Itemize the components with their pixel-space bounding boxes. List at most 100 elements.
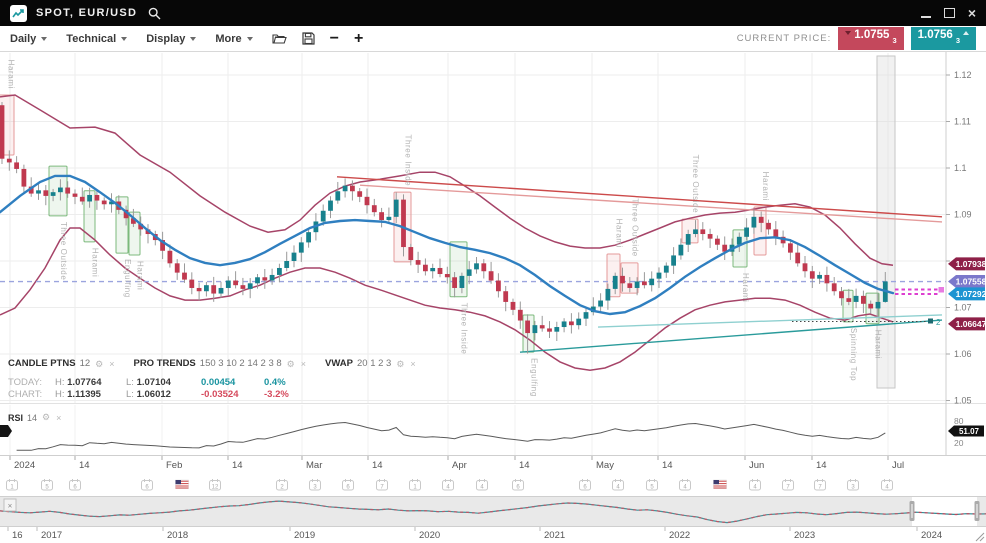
indicator-legend: CANDLE PTNS12 ⚙ × PRO TRENDS150 3 10 2 1… [8,358,430,401]
svg-text:Jul: Jul [892,460,904,471]
save-button[interactable] [302,32,315,45]
svg-text:1.06: 1.06 [954,349,972,359]
trading-app-window: { "header": { "title": "SPOT, EUR/USD", … [0,0,986,543]
svg-text:Jun: Jun [749,460,764,471]
svg-text:2024: 2024 [14,460,35,471]
calendar-event-icon: 5 [647,479,658,491]
open-folder-icon [272,33,287,45]
svg-text:Engulfing: Engulfing [123,259,132,298]
range-navigator[interactable]: 1620172018201920202021202220232024× [0,497,986,541]
svg-text:51.07: 51.07 [959,427,980,436]
svg-text:2023: 2023 [794,530,815,541]
gear-icon[interactable]: ⚙ [396,358,404,370]
calendar-event-icon: 6 [142,479,153,491]
zoom-in-button[interactable]: + [354,31,363,47]
navigator-close-button[interactable]: × [4,499,16,511]
us-flag-icon [714,480,727,489]
svg-text:Engulfing: Engulfing [530,358,539,397]
svg-text:2017: 2017 [41,530,62,541]
minimize-button[interactable] [921,16,931,18]
close-button[interactable]: × [968,7,976,19]
calendar-event-icon: 12 [210,479,221,491]
close-icon[interactable]: × [301,358,306,370]
pattern-box [843,290,853,322]
svg-text:2022: 2022 [669,530,690,541]
close-icon[interactable]: × [410,358,415,370]
trendline [360,185,942,222]
close-icon[interactable]: × [56,413,61,423]
chevron-down-icon [41,37,47,41]
chart-stats-row: CHART: H: 1.11395 L: 1.06012 -0.03524 -3… [8,389,430,401]
svg-text:Three Outside: Three Outside [59,222,68,281]
svg-text:Three Inside: Three Inside [460,303,469,355]
calendar-event-icon: 5 [42,479,53,491]
svg-text:14: 14 [79,460,90,471]
menu-more[interactable]: More [215,33,252,45]
svg-text:2024: 2024 [921,530,942,541]
us-flag-icon [176,480,189,489]
rsi-panel[interactable]: 802051.07 [0,416,984,450]
up-arrow-icon [963,31,969,35]
close-icon[interactable]: × [109,358,114,370]
gear-icon[interactable]: ⚙ [95,358,103,370]
menu-daily[interactable]: Daily [10,33,47,45]
calendar-event-icon: 1 [7,479,18,491]
main-chart[interactable]: 2 Harami Three Outside Harami Engulfing Haram… [0,0,986,543]
svg-text:1.11: 1.11 [954,117,971,127]
titlebar: SPOT, EUR/USD × [0,0,986,26]
gear-icon[interactable]: ⚙ [287,358,295,370]
event-icons-row[interactable]: 15661223671446645447734 [7,479,893,491]
window-controls: × [921,7,976,19]
gear-icon[interactable]: ⚙ [42,412,50,423]
menu-technical[interactable]: Technical [66,33,127,45]
svg-text:Mar: Mar [306,460,322,471]
ask-price-badge: 1.07563 [911,27,976,50]
support-marker-label: 2 [936,318,941,327]
legend-candle-patterns[interactable]: CANDLE PTNS12 ⚙ × [8,358,115,370]
price-badge: 1.06647 [948,317,986,330]
current-price-label: CURRENT PRICE: [737,33,832,44]
svg-text:Three Inside: Three Inside [404,135,413,187]
navigator-mask-left [0,497,912,526]
svg-text:1.07292: 1.07292 [956,289,986,299]
svg-text:Harami: Harami [761,172,770,201]
svg-text:×: × [8,502,13,511]
svg-text:Harami: Harami [615,219,624,248]
zoom-out-button[interactable]: − [330,31,339,47]
popout-button[interactable] [944,8,955,18]
svg-text:1.05: 1.05 [954,396,972,406]
calendar-event-icon: 3 [310,479,321,491]
search-icon[interactable] [148,7,161,20]
svg-text:2019: 2019 [294,530,315,541]
price-axis[interactable]: 1.121.111.11.091.071.061.05 [946,70,972,406]
svg-text:1.1: 1.1 [954,163,967,173]
open-folder-button[interactable] [272,33,287,45]
svg-text:Feb: Feb [166,460,182,471]
calendar-event-icon: 4 [443,479,454,491]
legend-pro-trends[interactable]: PRO TRENDS150 3 10 2 14 2 3 8 ⚙ × [133,358,307,370]
calendar-event-icon: 4 [750,479,761,491]
resize-handle-icon[interactable] [976,533,984,541]
legend-vwap[interactable]: VWAP20 1 2 3 ⚙ × [325,358,417,370]
calendar-event-icon: 3 [848,479,859,491]
svg-text:14: 14 [519,460,530,471]
svg-text:Harami: Harami [741,273,750,302]
calendar-event-icon: 6 [513,479,524,491]
svg-text:1.12: 1.12 [954,70,972,80]
bid-price-badge: 1.07553 [838,27,903,50]
calendar-event-icon: 4 [613,479,624,491]
chevron-down-icon [247,37,253,41]
calendar-event-icon: 4 [477,479,488,491]
svg-text:Harami: Harami [136,261,145,290]
today-stats-row: TODAY: H: 1.07764 L: 1.07104 0.00454 0.4… [8,377,430,389]
rsi-legend[interactable]: RSI14 ⚙ × [8,412,62,423]
menu-display[interactable]: Display [146,33,196,45]
svg-text:Apr: Apr [452,460,467,471]
svg-text:May: May [596,460,614,471]
vwap-marker-square [939,287,945,293]
svg-text:1.06647: 1.06647 [956,319,986,329]
svg-text:Three Outside: Three Outside [691,155,700,214]
calendar-event-icon: 6 [343,479,354,491]
svg-text:Three Outside: Three Outside [631,198,640,257]
time-axis[interactable]: 202414Feb14Mar14Apr14May14Jun14Jul [10,456,904,471]
